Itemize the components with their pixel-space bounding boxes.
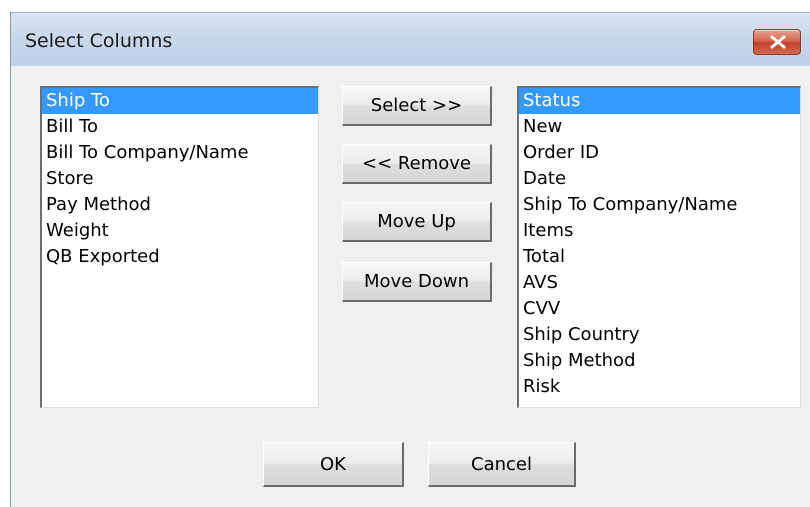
list-item[interactable]: AVS [519,270,800,296]
title-bar[interactable]: Select Columns [11,12,810,66]
cancel-button[interactable]: Cancel [428,442,576,487]
dialog-title: Select Columns [25,30,173,52]
remove-button[interactable]: << Remove [342,144,492,184]
list-item[interactable]: Total [519,244,800,270]
move-down-button[interactable]: Move Down [342,262,492,302]
list-item[interactable]: Bill To [42,114,318,140]
list-item[interactable]: Ship To [42,88,318,114]
selected-columns-list[interactable]: Status New Order ID Date Ship To Company/Nam… [517,86,801,408]
list-item[interactable]: Pay Method [42,192,318,218]
list-item[interactable]: Ship Country [519,322,800,348]
move-up-button[interactable]: Move Up [342,202,492,242]
list-item[interactable]: QB Exported [42,244,318,270]
select-button[interactable]: Select >> [342,86,492,126]
list-item[interactable]: Weight [42,218,318,244]
list-item[interactable]: New [519,114,800,140]
list-item[interactable]: Bill To Company/Name [42,140,318,166]
list-item[interactable]: Order ID [519,140,800,166]
list-item[interactable]: CVV [519,296,800,322]
select-columns-dialog: Select Columns Ship To Bill To Bill To Com… [10,12,810,507]
list-item[interactable]: Store [42,166,318,192]
close-button[interactable] [753,29,801,55]
close-icon [770,35,786,49]
list-item[interactable]: Ship Method [519,348,800,374]
list-item[interactable]: Items [519,218,800,244]
list-item[interactable]: Date [519,166,800,192]
ok-button[interactable]: OK [263,442,404,487]
available-columns-list[interactable]: Ship To Bill To Bill To Company/Name Store P… [40,86,319,408]
list-item[interactable]: Ship To Company/Name [519,192,800,218]
list-item[interactable]: Risk [519,374,800,400]
list-item[interactable]: Status [519,88,800,114]
